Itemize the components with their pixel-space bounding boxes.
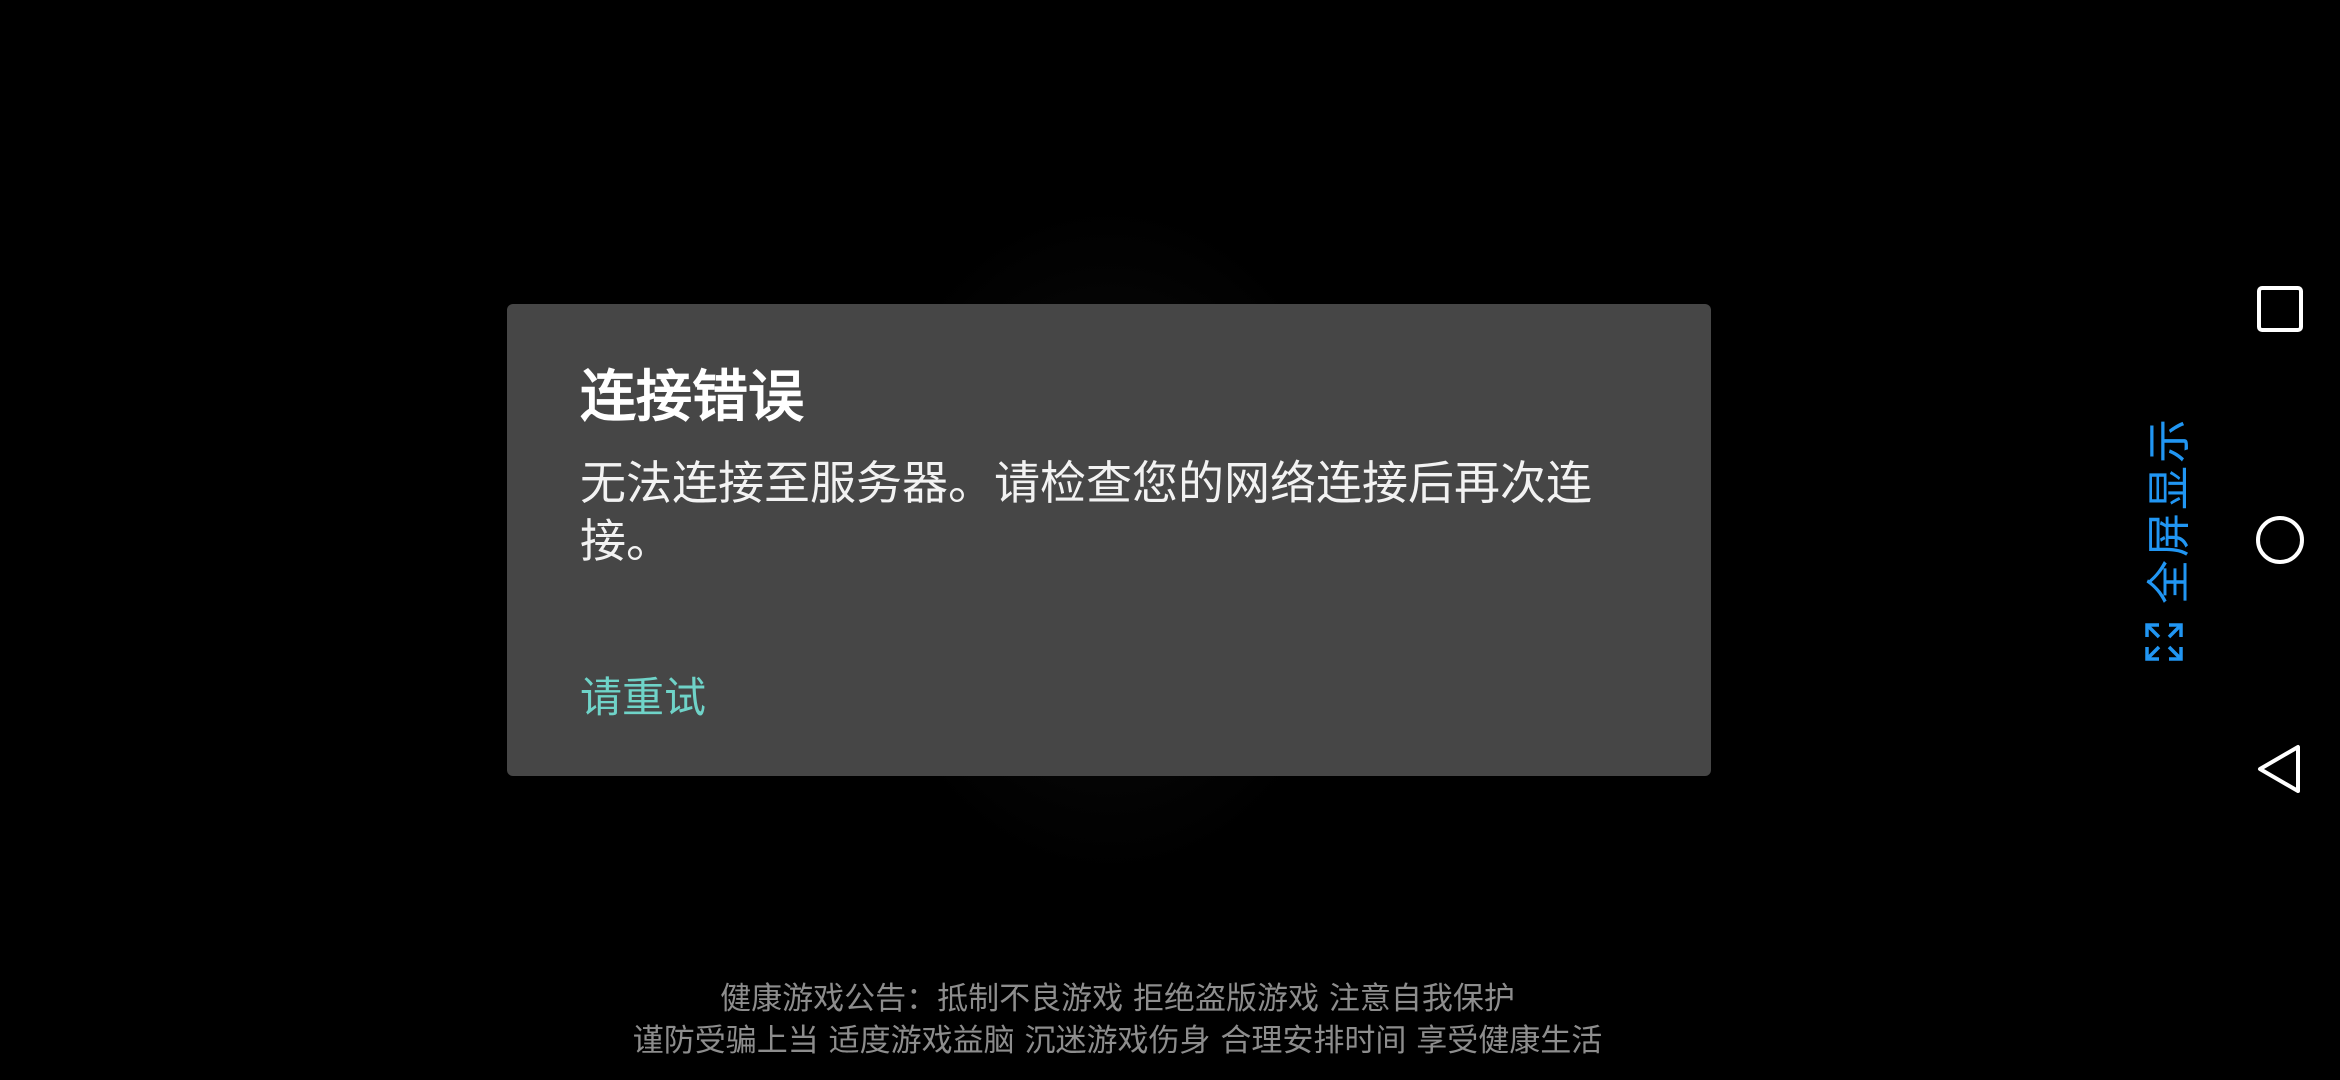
recent-apps-square-icon[interactable] <box>2255 284 2305 334</box>
dialog-title: 连接错误 <box>580 365 804 430</box>
game-screen: 连接错误 无法连接至服务器。请检查您的网络连接后再次连接。 请重试 全屏显示 健… <box>0 0 2340 1080</box>
home-circle-icon[interactable] <box>2255 515 2305 565</box>
health-notice-line-1: 健康游戏公告：抵制不良游戏 拒绝盗版游戏 注意自我保护 <box>720 981 1515 1017</box>
dialog-message: 无法连接至服务器。请检查您的网络连接后再次连接。 <box>580 456 1592 568</box>
connection-error-dialog: 连接错误 无法连接至服务器。请检查您的网络连接后再次连接。 请重试 <box>507 304 1711 776</box>
expand-icon[interactable] <box>2144 622 2184 662</box>
fullscreen-label[interactable]: 全屏显示 <box>2133 416 2197 604</box>
retry-button[interactable]: 请重试 <box>580 668 706 728</box>
health-notice-line-2: 谨防受骗上当 适度游戏益脑 沉迷游戏伤身 合理安排时间 享受健康生活 <box>632 1023 1603 1059</box>
back-triangle-icon[interactable] <box>2255 744 2305 794</box>
